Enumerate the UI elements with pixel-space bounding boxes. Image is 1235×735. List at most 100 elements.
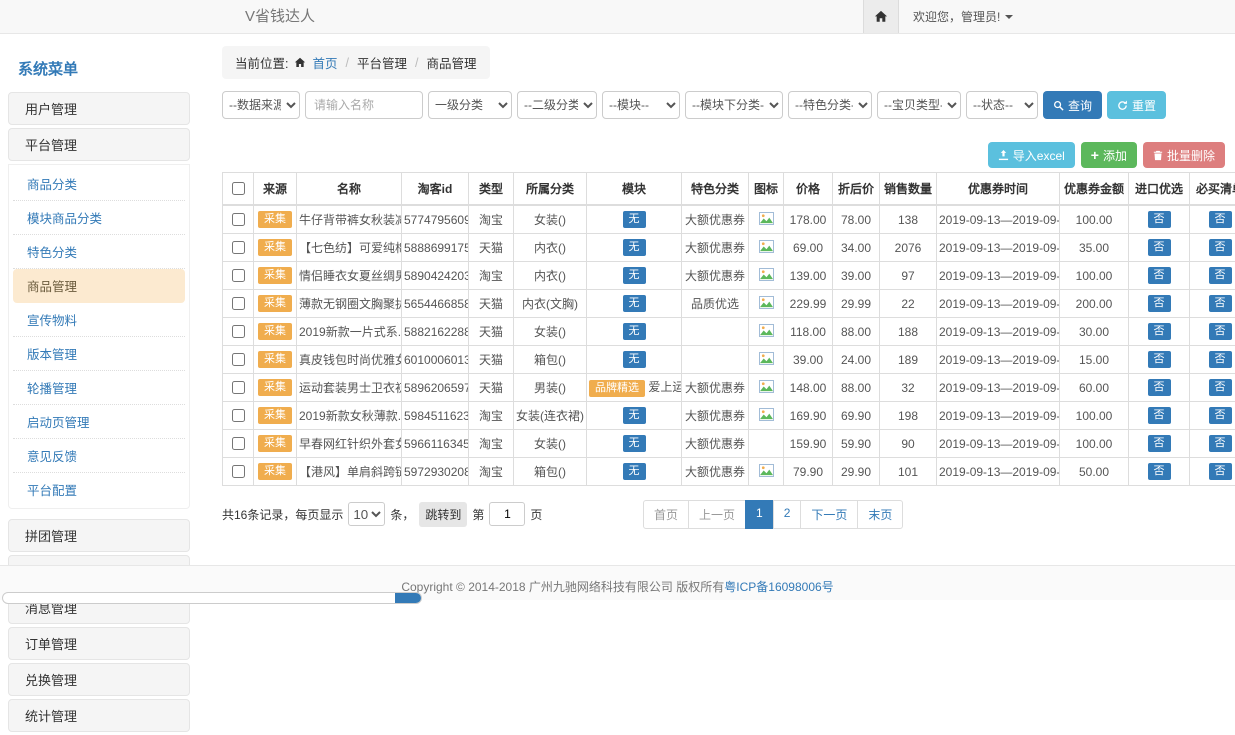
breadcrumb-item-platform[interactable]: 平台管理 bbox=[357, 53, 407, 72]
cell-discount-price: 59.90 bbox=[841, 437, 871, 451]
sidebar-item[interactable]: 版本管理 bbox=[13, 337, 185, 371]
column-header: 淘客id bbox=[402, 173, 469, 206]
filter-select-data-source[interactable]: --数据来源-- bbox=[222, 91, 300, 119]
cell-name: 2019新款女秋薄款... bbox=[299, 409, 402, 423]
module-badge[interactable]: 品牌精选 bbox=[589, 380, 645, 397]
sidebar-group[interactable]: 用户管理 bbox=[8, 92, 190, 125]
sidebar-group[interactable]: 订单管理 bbox=[8, 627, 190, 660]
cell-coupon-time: 2019-09-13—2019-09-17 bbox=[939, 409, 1060, 423]
must-buy-toggle[interactable]: 否 bbox=[1209, 435, 1232, 452]
user-menu[interactable]: 欢迎您，管理员! bbox=[913, 8, 1013, 25]
pager-item[interactable]: 末页 bbox=[857, 500, 903, 529]
sidebar-item[interactable]: 轮播管理 bbox=[13, 371, 185, 405]
row-checkbox[interactable] bbox=[232, 437, 245, 450]
module-badge[interactable]: 无 bbox=[623, 323, 646, 340]
row-checkbox[interactable] bbox=[232, 353, 245, 366]
cell-coupon-amount: 30.00 bbox=[1079, 325, 1109, 339]
filter-select-feature-category[interactable]: --特色分类-- bbox=[788, 91, 872, 119]
cell-category: 女装(连衣裙) bbox=[516, 409, 584, 423]
must-buy-toggle[interactable]: 否 bbox=[1209, 267, 1232, 284]
column-header: 优惠券时间 bbox=[937, 173, 1060, 206]
must-buy-toggle[interactable]: 否 bbox=[1209, 463, 1232, 480]
sidebar-item-active[interactable]: 商品管理 bbox=[13, 269, 185, 303]
jump-button[interactable]: 跳转到 bbox=[419, 502, 467, 527]
add-button[interactable]: + 添加 bbox=[1081, 142, 1137, 168]
cell-price: 118.00 bbox=[790, 325, 826, 339]
row-checkbox[interactable] bbox=[232, 213, 245, 226]
cell-category: 箱包() bbox=[534, 353, 566, 367]
imported-toggle[interactable]: 否 bbox=[1148, 379, 1171, 396]
must-buy-toggle[interactable]: 否 bbox=[1209, 295, 1232, 312]
sidebar-item[interactable]: 特色分类 bbox=[13, 235, 185, 269]
module-badge[interactable]: 无 bbox=[623, 407, 646, 424]
module-badge[interactable]: 无 bbox=[623, 295, 646, 312]
pager-item[interactable]: 下一页 bbox=[800, 500, 858, 529]
must-buy-toggle[interactable]: 否 bbox=[1209, 323, 1232, 340]
sidebar-item[interactable]: 宣传物料 bbox=[13, 303, 185, 337]
per-page-select[interactable]: 10 bbox=[348, 502, 385, 526]
imported-toggle[interactable]: 否 bbox=[1148, 323, 1171, 340]
module-badge[interactable]: 无 bbox=[623, 351, 646, 368]
breadcrumb-home-link[interactable]: 首页 bbox=[312, 53, 337, 72]
must-buy-toggle[interactable]: 否 bbox=[1209, 351, 1232, 368]
must-buy-toggle[interactable]: 否 bbox=[1209, 239, 1232, 256]
batch-delete-button[interactable]: 批量删除 bbox=[1143, 142, 1225, 168]
sidebar-group[interactable]: 兑换管理 bbox=[8, 663, 190, 696]
imported-toggle[interactable]: 否 bbox=[1148, 407, 1171, 424]
must-buy-toggle[interactable]: 否 bbox=[1209, 211, 1232, 228]
row-checkbox[interactable] bbox=[232, 325, 245, 338]
imported-toggle[interactable]: 否 bbox=[1148, 239, 1171, 256]
pager-item[interactable]: 上一页 bbox=[688, 500, 746, 529]
imported-toggle[interactable]: 否 bbox=[1148, 435, 1171, 452]
sidebar-group[interactable]: 平台管理 bbox=[8, 128, 190, 161]
row-checkbox[interactable] bbox=[232, 409, 245, 422]
imported-toggle[interactable]: 否 bbox=[1148, 463, 1171, 480]
page-number-input[interactable] bbox=[489, 502, 525, 526]
select-all-checkbox[interactable] bbox=[232, 182, 245, 195]
cell-sales: 90 bbox=[901, 437, 914, 451]
import-excel-button[interactable]: 导入excel bbox=[988, 142, 1075, 168]
sidebar-group[interactable]: 统计管理 bbox=[8, 699, 190, 732]
imported-toggle[interactable]: 否 bbox=[1148, 211, 1171, 228]
sidebar-group[interactable]: 拼团管理 bbox=[8, 519, 190, 552]
cell-taoke-id: 577479560965 bbox=[404, 213, 469, 227]
must-buy-toggle[interactable]: 否 bbox=[1209, 407, 1232, 424]
cell-type: 淘宝 bbox=[479, 409, 503, 423]
sidebar-item[interactable]: 商品分类 bbox=[13, 167, 185, 201]
sidebar-item[interactable]: 模块商品分类 bbox=[13, 201, 185, 235]
filter-select-item-type[interactable]: --宝贝类型-- bbox=[877, 91, 961, 119]
filter-select-module[interactable]: --模块-- bbox=[602, 91, 680, 119]
module-badge[interactable]: 无 bbox=[623, 463, 646, 480]
filter-select-level2-category[interactable]: --二级分类-- bbox=[517, 91, 597, 119]
module-badge[interactable]: 无 bbox=[623, 435, 646, 452]
imported-toggle[interactable]: 否 bbox=[1148, 295, 1171, 312]
home-icon bbox=[294, 57, 306, 68]
sidebar-item[interactable]: 启动页管理 bbox=[13, 405, 185, 439]
filter-select-status[interactable]: --状态-- bbox=[966, 91, 1038, 119]
icp-link[interactable]: 粤ICP备16098006号 bbox=[724, 578, 833, 600]
must-buy-toggle[interactable]: 否 bbox=[1209, 379, 1232, 396]
row-checkbox[interactable] bbox=[232, 241, 245, 254]
pager-item[interactable]: 2 bbox=[773, 500, 802, 529]
name-search-input[interactable] bbox=[305, 91, 423, 119]
filter-select-level1-category[interactable]: 一级分类 bbox=[428, 91, 512, 119]
reset-button[interactable]: 重置 bbox=[1107, 91, 1166, 119]
row-checkbox[interactable] bbox=[232, 465, 245, 478]
pager-item-current[interactable]: 1 bbox=[745, 500, 774, 529]
imported-toggle[interactable]: 否 bbox=[1148, 267, 1171, 284]
home-button[interactable] bbox=[863, 0, 899, 33]
module-badge[interactable]: 无 bbox=[623, 211, 646, 228]
query-button[interactable]: 查询 bbox=[1043, 91, 1102, 119]
module-badge[interactable]: 无 bbox=[623, 239, 646, 256]
filter-select-module-subcategory[interactable]: --模块下分类-- bbox=[685, 91, 783, 119]
module-badge[interactable]: 无 bbox=[623, 267, 646, 284]
row-checkbox[interactable] bbox=[232, 381, 245, 394]
sidebar-item[interactable]: 意见反馈 bbox=[13, 439, 185, 473]
imported-toggle[interactable]: 否 bbox=[1148, 351, 1171, 368]
row-checkbox[interactable] bbox=[232, 269, 245, 282]
plus-icon: + bbox=[1091, 148, 1099, 162]
row-checkbox[interactable] bbox=[232, 297, 245, 310]
welcome-text: 欢迎您，管理员! bbox=[913, 8, 1000, 25]
sidebar-item[interactable]: 平台配置 bbox=[13, 473, 185, 506]
pager-item[interactable]: 首页 bbox=[643, 500, 689, 529]
